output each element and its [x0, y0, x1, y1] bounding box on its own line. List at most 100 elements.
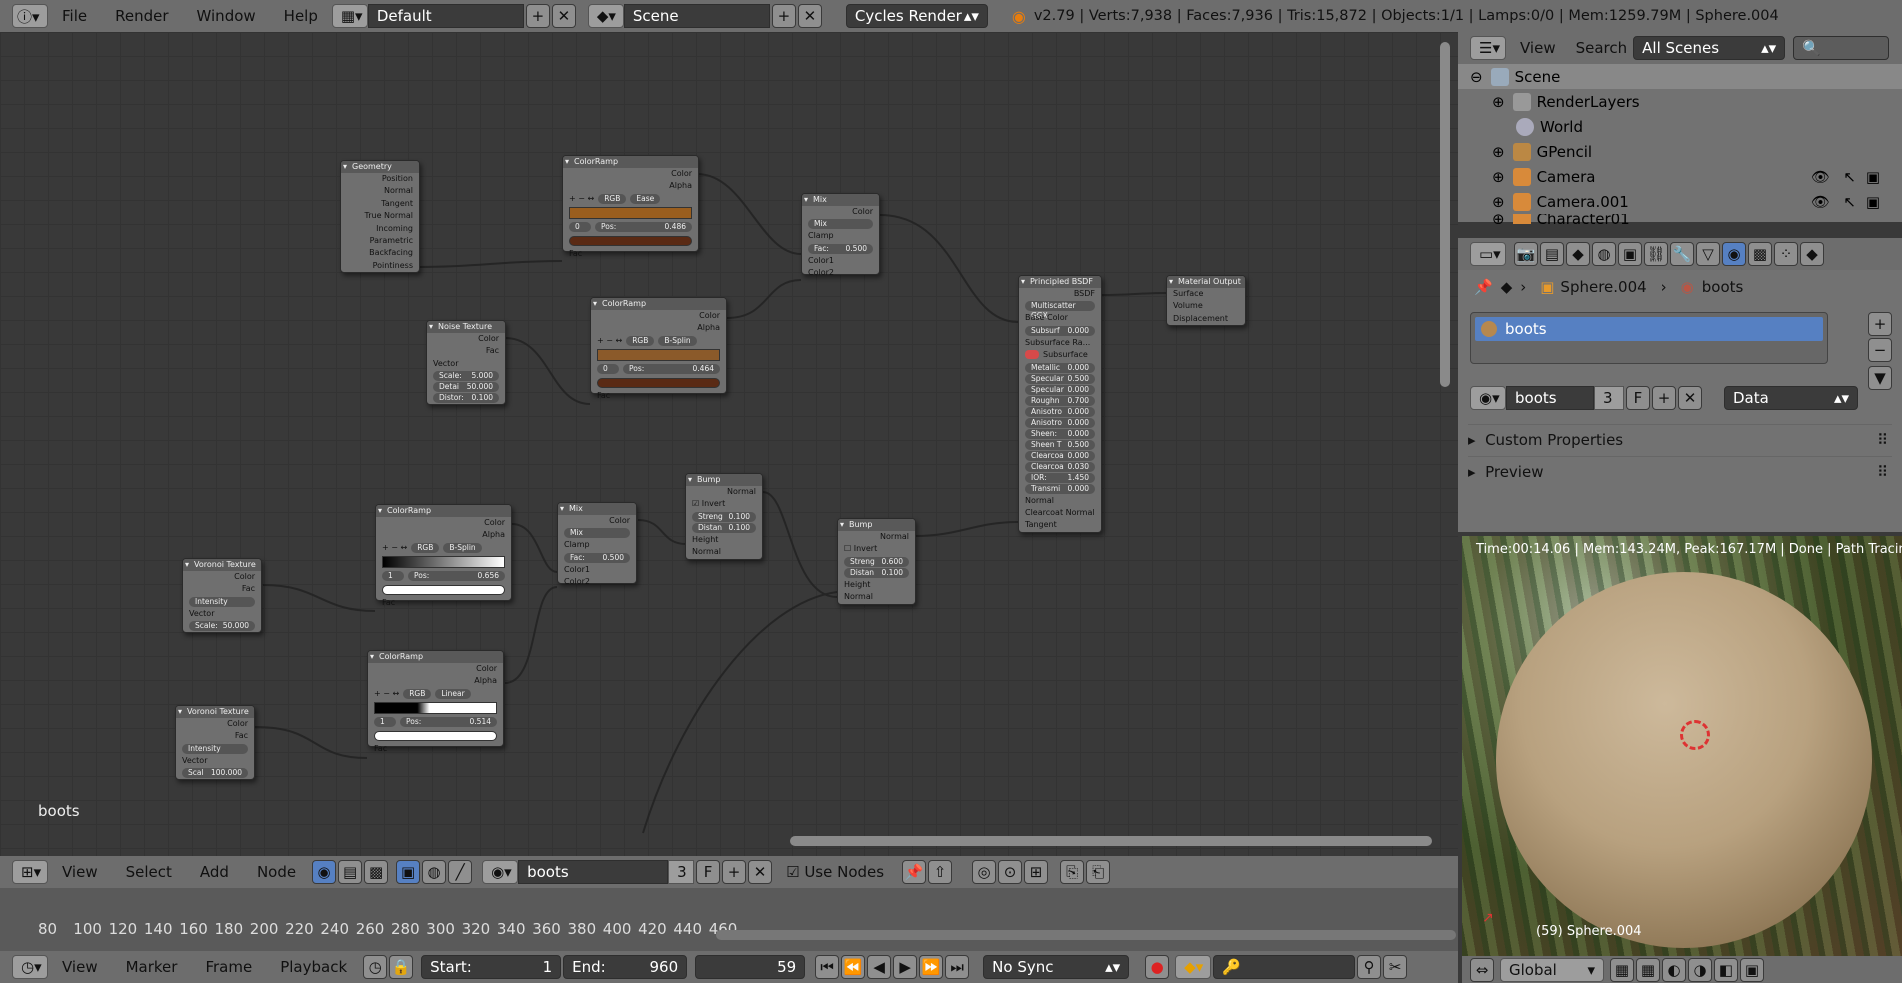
menu-view[interactable]: View: [48, 863, 112, 881]
bump-strength[interactable]: Streng 0.600: [844, 556, 909, 567]
ramp-mode[interactable]: RGB: [626, 335, 655, 346]
voronoi-texture-node-1[interactable]: Voronoi Texture Color Fac Intensity Vect…: [182, 558, 262, 634]
colorramp-node-3[interactable]: ColorRamp Color Alpha + − ↔RGBB-Splin 1P…: [375, 504, 512, 607]
stop-index[interactable]: 1: [374, 717, 396, 728]
menu-playback[interactable]: Playback: [266, 958, 361, 976]
render-preview-icon[interactable]: ◑: [1688, 957, 1712, 982]
ramp-mode[interactable]: RGB: [403, 688, 432, 699]
stop-color[interactable]: [382, 584, 505, 595]
outliner-row-world[interactable]: World: [1458, 114, 1902, 139]
material-tab-icon[interactable]: ◉: [1722, 242, 1746, 266]
timeline-scrollbar[interactable]: [716, 930, 1456, 940]
noise-texture-node[interactable]: Noise Texture Color Fac Vector Scale: 5.0…: [426, 320, 506, 406]
distribution-select[interactable]: Multiscatter GGX: [1025, 301, 1095, 320]
eye-icon[interactable]: 👁: [1811, 193, 1830, 211]
sync-select[interactable]: No Sync ▴▾: [983, 955, 1130, 979]
expand-icon[interactable]: ⊕: [1492, 168, 1505, 186]
go-parent-icon[interactable]: ⇧: [928, 860, 953, 884]
bsdf-input-row[interactable]: Sheen: 0.000: [1025, 428, 1095, 439]
menu-file[interactable]: File: [48, 7, 101, 25]
eye-icon[interactable]: 👁: [1811, 168, 1830, 186]
mix-fac[interactable]: Fac: 0.500: [808, 243, 873, 254]
bump-distance[interactable]: Distan 0.100: [692, 522, 756, 533]
menu-node[interactable]: Node: [243, 863, 310, 881]
render-tab-icon[interactable]: 📷: [1514, 242, 1538, 266]
outliner-search-menu[interactable]: Search: [1570, 39, 1634, 57]
render-icon[interactable]: ▣: [1866, 193, 1880, 211]
layer-2-icon[interactable]: ▦: [1636, 957, 1660, 982]
colorramp-node-1[interactable]: ColorRamp Color Alpha + − ↔RGBEase 0 Pos:…: [562, 155, 699, 258]
bsdf-input-row[interactable]: Anisotro 0.000: [1025, 406, 1095, 417]
jump-start-icon[interactable]: ⏮: [815, 955, 840, 979]
voronoi-scale[interactable]: Scale: 50.000: [189, 621, 255, 632]
voronoi-mode[interactable]: Intensity: [189, 596, 255, 607]
texture-nodes-icon[interactable]: ▩: [364, 860, 389, 884]
expand-icon[interactable]: ⊕: [1492, 214, 1505, 224]
keying-set-icon[interactable]: ◆▾: [1175, 955, 1212, 979]
render-icon[interactable]: ▣: [1866, 168, 1880, 186]
bsdf-input-row[interactable]: Clearcoa 0.000: [1025, 450, 1095, 461]
material-name-field[interactable]: boots: [1506, 386, 1594, 410]
texture-tab-icon[interactable]: ▩: [1748, 242, 1772, 266]
linestyle-icon[interactable]: ╱: [448, 860, 473, 884]
record-icon[interactable]: ●: [1145, 955, 1170, 979]
noise-scale[interactable]: Scale: 5.000: [433, 371, 499, 382]
snap-icon[interactable]: ⊙: [998, 860, 1023, 884]
object-icon[interactable]: ▣: [396, 860, 421, 884]
bsdf-input-row[interactable]: Specular 0.000: [1025, 384, 1095, 395]
lock-icon[interactable]: 🔒: [389, 955, 414, 979]
expand-icon[interactable]: ⊕: [1492, 143, 1505, 161]
bump-node-2[interactable]: Bump Normal ☐ Invert Streng 0.600 Distan 0…: [837, 518, 916, 605]
add-material-button[interactable]: +: [722, 860, 747, 884]
timeline-ruler[interactable]: 80 100 120 140 160 180 200 220 240 260 280 300 320 34…: [0, 888, 1458, 958]
cursor-icon[interactable]: ↖: [1843, 193, 1856, 211]
material-browse-icon[interactable]: ◉▾: [482, 860, 519, 884]
scene-icon[interactable]: ◆▾: [587, 4, 624, 28]
bsdf-input-row[interactable]: Sheen T 0.500: [1025, 439, 1095, 450]
viewport-shade-icon[interactable]: ◐: [1662, 957, 1686, 982]
world-icon[interactable]: ◍: [422, 860, 447, 884]
color-ramp-bar[interactable]: [569, 207, 692, 220]
prev-key-icon[interactable]: ⏪: [841, 955, 866, 979]
node-editor[interactable]: Geometry Position Normal Tangent True No…: [0, 32, 1458, 856]
add-scene-button[interactable]: +: [771, 4, 796, 28]
color-ramp-bar[interactable]: [597, 349, 720, 362]
outliner-view-menu[interactable]: View: [1506, 39, 1570, 57]
geometry-node[interactable]: Geometry Position Normal Tangent True No…: [340, 160, 420, 274]
colorramp-node-2[interactable]: ColorRamp Color Alpha + − ↔RGBB-Splin 0P…: [590, 297, 727, 400]
unlink-material-button[interactable]: ✕: [1678, 386, 1702, 410]
horizontal-scrollbar[interactable]: [790, 836, 1432, 846]
bsdf-input-row[interactable]: Clearcoa 0.030: [1025, 461, 1095, 472]
drag-handle-icon[interactable]: ⠿: [1877, 431, 1888, 449]
vertical-scrollbar[interactable]: [1440, 42, 1450, 387]
collapse-icon[interactable]: ⊖: [1470, 68, 1483, 86]
jump-end-icon[interactable]: ⏭: [945, 955, 970, 979]
clamp-checkbox[interactable]: Clamp: [558, 539, 636, 551]
node-material-field[interactable]: boots: [518, 860, 669, 884]
voronoi-scale[interactable]: Scal 100.000: [182, 768, 248, 779]
material-slot-list[interactable]: boots: [1470, 312, 1828, 364]
outliner-row-scene[interactable]: ⊖ Scene: [1458, 64, 1902, 89]
menu-select[interactable]: Select: [112, 863, 186, 881]
material-output-node[interactable]: Material Output Surface Volume Displacem…: [1166, 275, 1246, 327]
display-mode-select[interactable]: All Scenes ▴▾: [1633, 36, 1786, 60]
fake-user-button[interactable]: F: [696, 860, 721, 884]
copy-nodes-icon[interactable]: ⎘: [1060, 860, 1085, 884]
material-slot[interactable]: boots: [1475, 317, 1823, 341]
stop-color[interactable]: [597, 377, 720, 388]
stop-index[interactable]: 1: [382, 571, 404, 582]
preview-range-icon[interactable]: ◷: [363, 955, 388, 979]
delete-key-icon[interactable]: ✂: [1383, 955, 1408, 979]
noise-detail[interactable]: Detai 50.000: [433, 382, 499, 393]
stop-color[interactable]: [569, 235, 692, 246]
colorramp-node-4[interactable]: ColorRamp Color Alpha + − ↔RGBLinear 1 Po…: [367, 650, 504, 753]
snap-mode-icon[interactable]: ⊞: [1024, 860, 1049, 884]
renderlayer-tab-icon[interactable]: ▤: [1540, 242, 1564, 266]
paste-nodes-icon[interactable]: ⎗: [1086, 860, 1111, 884]
bsdf-input-row[interactable]: IOR: 1.450: [1025, 472, 1095, 483]
render-engine-select[interactable]: Cycles Render ▴▾: [845, 4, 988, 28]
mix-mode[interactable]: Mix: [564, 528, 630, 539]
ramp-interp[interactable]: Ease: [630, 193, 661, 204]
add-slot-button[interactable]: +: [1868, 312, 1892, 336]
data-tab-icon[interactable]: ▽: [1696, 242, 1720, 266]
